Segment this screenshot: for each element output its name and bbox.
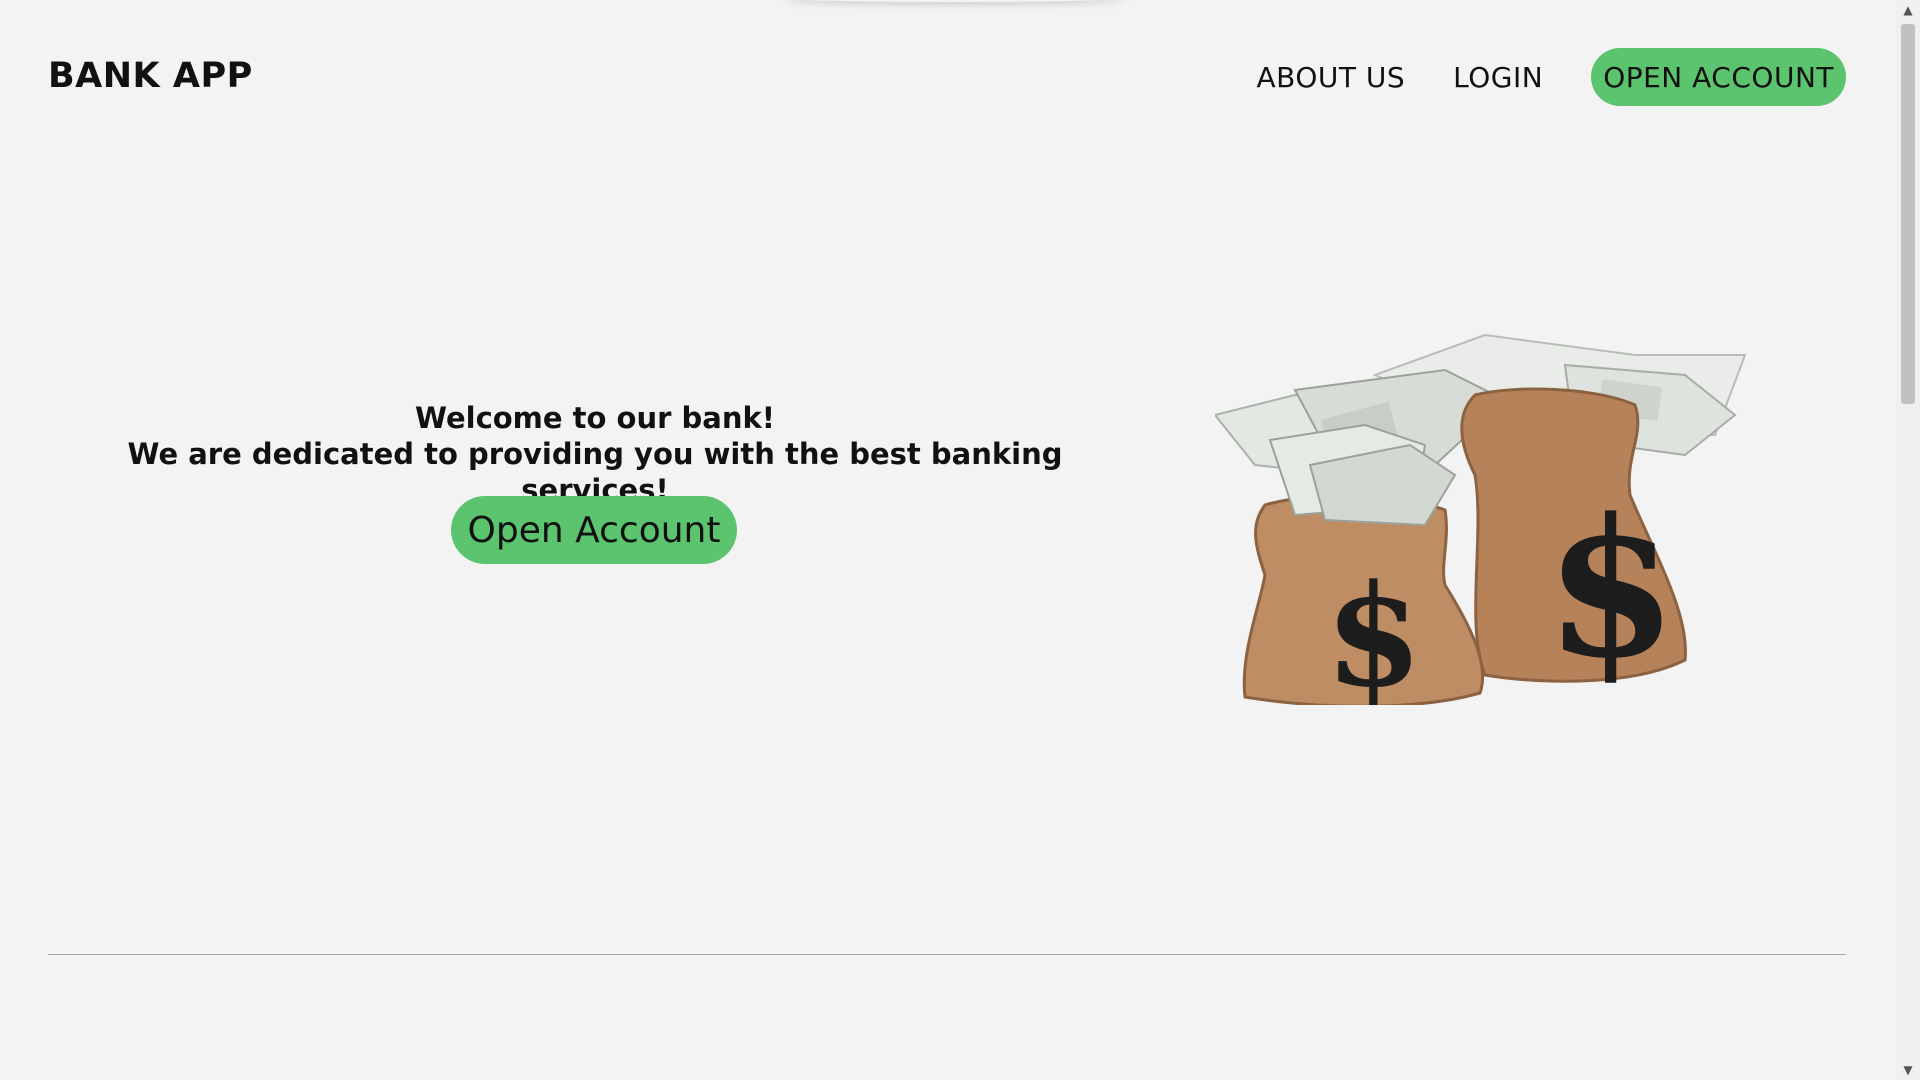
dollar-sign-large: $: [1545, 477, 1677, 700]
footer-divider: [48, 954, 1846, 955]
nav-about-us[interactable]: ABOUT US: [1256, 61, 1405, 94]
hero-heading: Welcome to our bank!: [415, 401, 775, 435]
nav-login[interactable]: LOGIN: [1453, 61, 1543, 94]
nav-open-account-button[interactable]: OPEN ACCOUNT: [1591, 48, 1846, 106]
scroll-up-arrow-icon[interactable]: ▲: [1896, 0, 1920, 20]
dollar-sign-small: $: [1325, 555, 1422, 705]
money-bags-icon: $ $: [1215, 333, 1747, 705]
page: BANK APP ABOUT US LOGIN OPEN ACCOUNT Wel…: [0, 0, 1920, 1080]
brand-logo[interactable]: BANK APP: [48, 56, 253, 96]
open-account-button[interactable]: Open Account: [451, 496, 737, 564]
scrollbar-thumb[interactable]: [1901, 24, 1915, 404]
hero-text: Welcome to our bank! We are dedicated to…: [80, 400, 1110, 508]
top-shadow: [785, 0, 1125, 2]
vertical-scrollbar[interactable]: ▲ ▼: [1896, 0, 1920, 1080]
scroll-down-arrow-icon[interactable]: ▼: [1896, 1060, 1920, 1080]
main-nav: ABOUT US LOGIN OPEN ACCOUNT: [1256, 48, 1846, 106]
